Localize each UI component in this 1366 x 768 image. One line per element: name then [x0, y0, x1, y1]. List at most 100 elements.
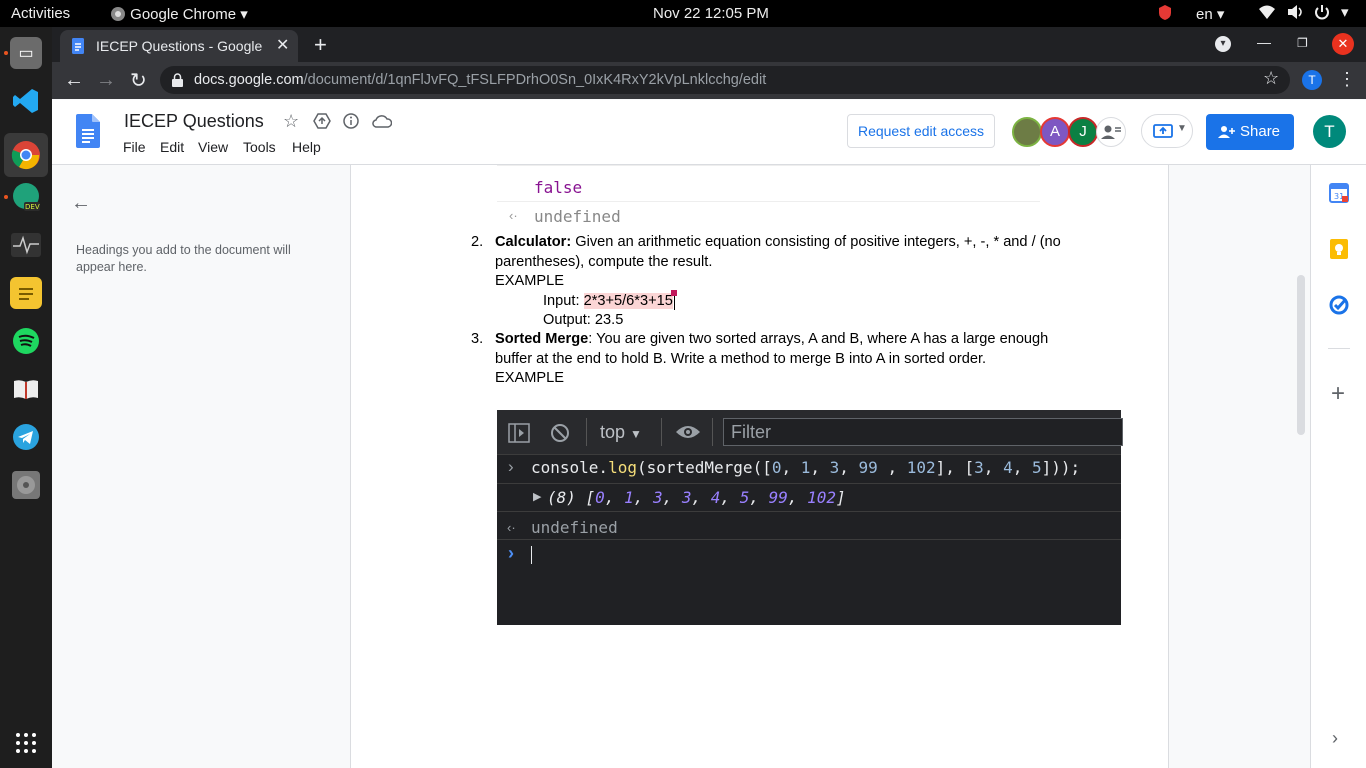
account-avatar[interactable]: T: [1313, 115, 1346, 148]
console-value-false: false: [534, 178, 583, 197]
return-arrow-icon: ‹·: [507, 520, 516, 535]
sidebar-toggle-icon: [508, 423, 530, 443]
console-command: console.log(sortedMerge([0, 1, 3, 99 , 1…: [531, 458, 1081, 477]
document-title[interactable]: IECEP Questions: [124, 111, 264, 132]
telegram-icon[interactable]: [10, 421, 42, 453]
expand-triangle-icon: ▶: [533, 491, 542, 503]
console-row-divider: [497, 483, 1121, 484]
disc-icon[interactable]: [10, 469, 42, 501]
embedded-console-image[interactable]: top ▼ Filter › console.log(sortedMerge([…: [497, 410, 1123, 625]
input-prompt-icon: ›: [508, 543, 514, 563]
files-icon[interactable]: ▭: [10, 37, 42, 69]
new-tab-icon[interactable]: +: [314, 32, 327, 58]
expand-side-panel-icon[interactable]: ›: [1332, 728, 1338, 749]
chrome-menu-icon[interactable]: ⋮: [1338, 69, 1356, 90]
docs-logo-icon[interactable]: [76, 114, 100, 148]
forward-icon[interactable]: →: [96, 69, 116, 92]
star-icon[interactable]: ☆: [283, 111, 299, 132]
language-menu[interactable]: en ▾: [1196, 5, 1224, 23]
system-top-bar: Activities Google Chrome ▾ Nov 22 12:05 …: [0, 0, 1366, 27]
list-number: 3.: [471, 331, 484, 347]
menu-help[interactable]: Help: [292, 139, 321, 155]
show-apps-grid-icon[interactable]: [10, 727, 42, 759]
dock: ▭ DEV: [0, 27, 52, 768]
wifi-icon[interactable]: [1258, 4, 1276, 24]
activities-button[interactable]: Activities: [11, 5, 70, 22]
present-button[interactable]: ▼: [1141, 114, 1193, 148]
paragraph-line[interactable]: buffer at the end to hold B. Write a met…: [495, 351, 986, 367]
collaborator-avatar[interactable]: A: [1040, 117, 1070, 147]
list-item-calculator[interactable]: Calculator: Given an arithmetic equation…: [495, 234, 1061, 250]
highlighted-input-value: 2*3+5/6*3+15: [583, 293, 673, 309]
lock-icon: [172, 73, 183, 87]
menu-edit[interactable]: Edit: [160, 139, 184, 155]
app-menu[interactable]: Google Chrome ▾: [110, 5, 248, 23]
collaborator-avatar-photo[interactable]: [1012, 117, 1042, 147]
close-outline-icon[interactable]: ←: [71, 192, 91, 215]
edge-dev-icon[interactable]: DEV: [10, 181, 42, 213]
browser-tab-active[interactable]: IECEP Questions - Google ✕: [60, 30, 298, 62]
outline-hint: Headings you add to the document will ap…: [76, 243, 291, 274]
system-menu-arrow-icon[interactable]: ▾: [1341, 3, 1349, 21]
docs-favicon-icon: [72, 38, 84, 54]
collaborator-cursor-flag: [671, 290, 677, 296]
system-monitor-icon[interactable]: [10, 229, 42, 261]
cloud-status-icon[interactable]: [372, 114, 392, 128]
context-selector: top ▼: [600, 422, 642, 442]
shield-icon[interactable]: [1158, 4, 1172, 25]
paragraph-line[interactable]: parentheses), compute the result.: [495, 254, 712, 270]
console-value-undefined: undefined: [534, 207, 621, 226]
chrome-dock-icon[interactable]: [4, 133, 48, 177]
close-window-icon[interactable]: ✕: [1332, 33, 1354, 55]
clear-console-icon: [551, 424, 569, 442]
tab-title: IECEP Questions - Google: [96, 38, 263, 54]
minimize-icon[interactable]: —: [1257, 34, 1271, 50]
maximize-icon[interactable]: ❐: [1297, 36, 1308, 50]
move-to-drive-icon[interactable]: [313, 113, 331, 129]
menu-file[interactable]: File: [123, 139, 146, 155]
toolbar-divider: [712, 418, 713, 446]
output-line[interactable]: Output: 23.5: [543, 312, 623, 328]
tasks-icon[interactable]: [1329, 295, 1349, 315]
notes-icon[interactable]: [10, 277, 42, 309]
list-item-sorted-merge[interactable]: Sorted Merge: You are given two sorted a…: [495, 331, 1048, 347]
eye-icon: [676, 426, 700, 438]
share-button[interactable]: Share: [1206, 114, 1294, 150]
list-number: 2.: [471, 234, 484, 250]
close-tab-icon[interactable]: ✕: [276, 35, 289, 55]
volume-icon[interactable]: [1286, 4, 1304, 24]
console-row-divider: [497, 539, 1121, 540]
reload-icon[interactable]: ↻: [130, 68, 147, 93]
console-caret: [531, 546, 532, 564]
collaborator-avatar[interactable]: J: [1068, 117, 1098, 147]
clock[interactable]: Nov 22 12:05 PM: [653, 5, 769, 22]
panel-divider: [1328, 348, 1350, 349]
address-bar[interactable]: docs.google.com/document/d/1qnFlJvFQ_tFS…: [160, 66, 1290, 94]
console-filter-input: Filter: [723, 418, 1123, 446]
info-icon[interactable]: [343, 113, 359, 129]
keep-icon[interactable]: [1329, 239, 1349, 259]
calendar-icon[interactable]: 31: [1329, 183, 1349, 203]
console-return-arrow-icon: ‹·: [509, 208, 518, 223]
menu-tools[interactable]: Tools: [243, 139, 276, 155]
request-edit-access-button[interactable]: Request edit access: [847, 114, 995, 148]
url-text: docs.google.com/document/d/1qnFlJvFQ_tFS…: [194, 72, 767, 88]
console-undefined: undefined: [531, 518, 618, 537]
input-line[interactable]: Input: 2*3+5/6*3+15: [543, 293, 673, 309]
dropdown-arrow-icon: ▼: [1177, 123, 1187, 134]
profile-avatar[interactable]: T: [1302, 70, 1322, 90]
page-scrollbar[interactable]: [1297, 275, 1305, 435]
bookmark-star-icon[interactable]: ☆: [1263, 68, 1279, 89]
book-reader-icon[interactable]: [10, 373, 42, 405]
add-addon-icon[interactable]: +: [1331, 380, 1345, 408]
vscode-icon[interactable]: [10, 85, 42, 117]
menu-view[interactable]: View: [198, 139, 228, 155]
example-label[interactable]: EXAMPLE: [495, 370, 564, 386]
spotify-icon[interactable]: [10, 325, 42, 357]
tab-search-icon[interactable]: ▾: [1215, 36, 1231, 52]
example-label[interactable]: EXAMPLE: [495, 273, 564, 289]
toolbar-divider: [661, 418, 662, 446]
back-icon[interactable]: ←: [64, 69, 84, 92]
power-icon[interactable]: [1314, 4, 1330, 24]
more-collaborators-icon[interactable]: [1096, 117, 1126, 147]
